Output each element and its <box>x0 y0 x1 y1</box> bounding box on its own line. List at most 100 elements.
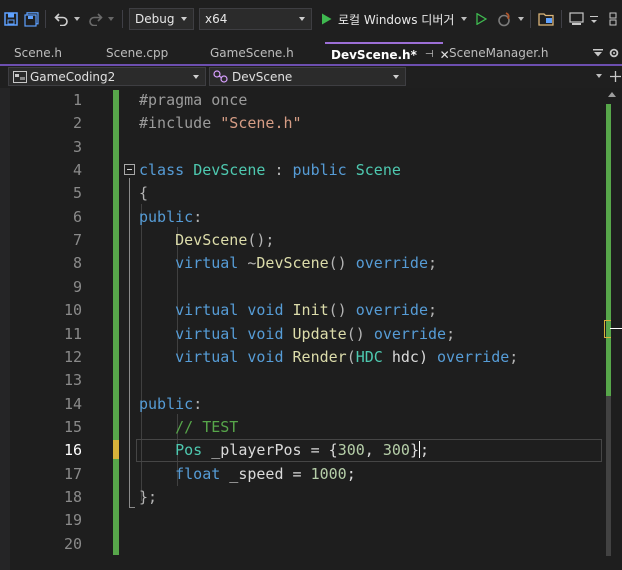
code-line[interactable]: public: <box>139 206 202 229</box>
line-number: 9 <box>72 277 82 296</box>
code-token: () <box>328 254 356 273</box>
code-token: HDC <box>355 347 383 366</box>
code-line[interactable]: // TEST <box>139 416 238 439</box>
scrollbar-thumb[interactable] <box>606 396 611 556</box>
toolbar-separator <box>122 10 123 28</box>
toolbar-overflow-icon[interactable] <box>588 9 600 29</box>
code-token: 300 <box>382 441 410 460</box>
run-debugger-icon[interactable] <box>318 9 334 29</box>
code-token: Render <box>292 347 347 366</box>
config-select[interactable]: Debug <box>129 8 194 30</box>
code-line[interactable]: virtual void Init() override; <box>139 299 437 322</box>
save-icon[interactable] <box>2 9 20 29</box>
tab-list-dropdown-icon[interactable] <box>592 45 604 61</box>
code-token: Update <box>292 324 347 343</box>
code-token: : <box>265 161 293 180</box>
tab-scenemanager-h[interactable]: SceneManager.h <box>443 42 583 64</box>
line-number: 13 <box>63 371 82 390</box>
code-token: ; <box>428 301 438 320</box>
collapse-toggle-icon[interactable] <box>124 164 135 175</box>
code-line[interactable]: virtual void Update() override; <box>139 323 455 346</box>
settings-gear-icon[interactable] <box>607 45 621 61</box>
code-token: : <box>193 394 203 413</box>
code-token: override <box>355 254 428 273</box>
tab-scene-h[interactable]: Scene.h <box>0 42 92 64</box>
tab-gamescene-h[interactable]: GameScene.h <box>196 42 324 64</box>
code-token: virtual <box>175 301 239 320</box>
project-icon <box>13 70 27 83</box>
line-number: 4 <box>72 161 82 180</box>
tab-devscene-h[interactable]: DevScene.h* ⊣ ✕ <box>325 42 450 65</box>
code-token: virtual <box>175 347 239 366</box>
line-number: 7 <box>72 231 82 250</box>
scrollbar-change-marker <box>606 104 611 396</box>
hot-reload-dropdown-icon[interactable] <box>518 17 524 21</box>
tab-label: Scene.h <box>14 46 63 60</box>
code-line[interactable]: #include "Scene.h" <box>139 112 302 135</box>
line-number: 12 <box>63 347 82 366</box>
code-token: public <box>139 207 194 226</box>
code-line[interactable]: float _speed = 1000; <box>139 463 356 486</box>
code-token: override <box>437 347 510 366</box>
code-token: virtual <box>175 254 239 273</box>
undo-dropdown-icon[interactable] <box>74 17 80 21</box>
save-all-icon[interactable] <box>22 9 40 29</box>
run-debugger-button[interactable]: 로컬 Windows 디버거 <box>338 11 454 28</box>
code-token: void <box>247 301 284 320</box>
project-select[interactable]: GameCoding2 <box>8 67 206 86</box>
start-without-debugging-icon[interactable] <box>473 9 489 29</box>
undo-icon[interactable] <box>52 9 70 29</box>
code-token: DevScene <box>256 254 329 273</box>
code-token: override <box>373 324 447 343</box>
toolbar-more-icon[interactable] <box>606 9 620 29</box>
main-toolbar: Debug x64 로컬 Windows 디버거 <box>0 0 622 38</box>
code-line[interactable]: public: <box>139 393 202 416</box>
line-number: 8 <box>72 254 82 273</box>
split-editor-icon[interactable] <box>608 69 622 83</box>
line-number: 5 <box>72 184 82 203</box>
code-token: hdc) <box>382 347 438 366</box>
redo-icon[interactable] <box>86 9 104 29</box>
scrollbar-caret-marker <box>604 320 611 338</box>
code-token: DevScene <box>175 231 248 250</box>
run-dropdown-icon[interactable] <box>461 17 467 21</box>
line-number: 20 <box>63 534 82 553</box>
window-layout-icon[interactable] <box>567 9 585 29</box>
code-line[interactable]: virtual ~DevScene() override; <box>139 252 437 275</box>
scope-select[interactable]: DevScene <box>209 67 406 86</box>
solution-explorer-icon[interactable] <box>537 9 555 29</box>
code-token: Init <box>292 301 329 320</box>
platform-select[interactable]: x64 <box>199 8 312 30</box>
code-line[interactable]: { <box>139 182 148 205</box>
code-token: 300 <box>337 441 365 460</box>
scroll-up-arrow-icon[interactable] <box>608 92 616 97</box>
code-line[interactable]: virtual void Render(HDC hdc) override; <box>139 346 518 369</box>
code-line[interactable]: Pos _playerPos = {300, 300}; <box>139 439 429 462</box>
code-token: ( <box>346 347 356 366</box>
code-token: "Scene.h" <box>220 114 302 133</box>
redo-dropdown-icon[interactable] <box>108 17 114 21</box>
config-value: Debug <box>135 12 175 26</box>
line-number: 18 <box>63 487 82 506</box>
code-line[interactable]: class DevScene : public Scene <box>139 159 401 182</box>
outline-fold-line <box>129 178 130 508</box>
line-number: 2 <box>72 114 82 133</box>
line-number: 17 <box>63 464 82 483</box>
code-line[interactable]: }; <box>139 486 157 509</box>
code-token: } <box>409 441 419 460</box>
pin-icon[interactable]: ⊣ <box>425 49 434 60</box>
code-line[interactable]: #pragma once <box>139 89 247 112</box>
code-token: Scene <box>355 161 401 180</box>
hot-reload-icon[interactable] <box>495 9 513 29</box>
code-token: DevScene <box>193 161 266 180</box>
code-line[interactable]: DevScene(); <box>139 229 274 252</box>
line-number: 14 <box>63 394 82 413</box>
code-token: // TEST <box>175 417 239 436</box>
code-token: () <box>328 301 356 320</box>
member-dropdown-icon[interactable] <box>596 74 602 78</box>
tab-scene-cpp[interactable]: Scene.cpp <box>92 42 196 64</box>
